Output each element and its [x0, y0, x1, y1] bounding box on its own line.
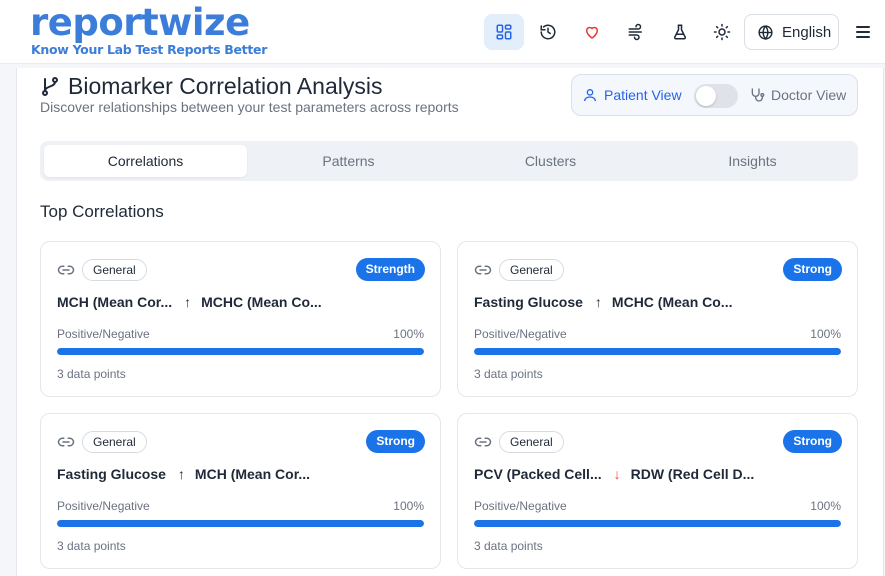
data-points-count: 3 data points — [57, 539, 126, 553]
category-badge: General — [499, 259, 564, 281]
patient-view-label: Patient View — [604, 87, 682, 103]
strength-badge: Strong — [366, 430, 425, 453]
data-points-count: 3 data points — [474, 367, 543, 381]
trends-button[interactable] — [616, 14, 656, 50]
category-badge: General — [82, 259, 147, 281]
lab-button[interactable] — [660, 14, 700, 50]
language-label: English — [782, 23, 832, 41]
arrow-up-icon: ↑ — [184, 294, 192, 310]
correlation-bar — [57, 348, 424, 355]
correlation-card[interactable]: General Strong Fasting Glucose ↑ MCHC (M… — [457, 241, 858, 397]
correlation-percent: 100% — [393, 499, 424, 513]
view-mode-switch[interactable] — [694, 84, 738, 108]
biomarker-pair: MCH (Mean Cor... ↑ MCHC (Mean Co... — [57, 294, 322, 310]
correlation-bar — [474, 520, 841, 527]
language-selector[interactable]: English — [744, 14, 839, 50]
heart-icon — [586, 26, 598, 39]
correlation-label: Positive/Negative — [57, 327, 150, 341]
biomarker-a: PCV (Packed Cell... — [474, 466, 602, 482]
switch-knob — [696, 86, 716, 106]
strength-badge: Strong — [783, 258, 842, 281]
tab-clusters[interactable]: Clusters — [449, 145, 652, 177]
link-icon — [474, 437, 492, 447]
biomarker-b: MCHC (Mean Co... — [201, 294, 322, 310]
hamburger-menu-icon[interactable] — [852, 22, 874, 42]
correlation-bar — [474, 348, 841, 355]
logo[interactable]: reportwize — [30, 2, 250, 44]
sun-icon — [713, 23, 731, 41]
correlation-label: Positive/Negative — [474, 327, 567, 341]
category-badge: General — [499, 431, 564, 453]
arrow-up-icon: ↑ — [177, 466, 185, 482]
arrow-up-icon: ↑ — [594, 294, 602, 310]
analysis-tabs: Correlations Patterns Clusters Insights — [40, 141, 858, 181]
doctor-view-option[interactable]: Doctor View — [749, 87, 846, 103]
globe-icon — [758, 24, 773, 40]
correlation-percent: 100% — [393, 327, 424, 341]
history-icon — [540, 24, 556, 40]
tab-insights[interactable]: Insights — [651, 145, 854, 177]
tab-correlations[interactable]: Correlations — [44, 145, 247, 177]
biomarker-a: Fasting Glucose — [57, 466, 166, 482]
biomarker-b: MCHC (Mean Co... — [611, 294, 733, 310]
biomarker-a: MCH (Mean Cor... — [57, 294, 173, 310]
biomarker-pair: Fasting Glucose ↑ MCHC (Mean Co... — [474, 294, 732, 310]
doctor-view-label: Doctor View — [771, 87, 847, 103]
link-icon — [474, 265, 492, 275]
user-icon — [584, 89, 596, 102]
history-button[interactable] — [528, 14, 568, 50]
biomarker-a: Fasting Glucose — [474, 294, 583, 310]
link-icon — [57, 265, 75, 275]
correlation-bar-fill — [57, 520, 424, 527]
data-points-count: 3 data points — [474, 539, 543, 553]
link-icon — [57, 437, 75, 447]
flask-icon — [673, 24, 687, 40]
correlation-label: Positive/Negative — [57, 499, 150, 513]
view-mode-toggle: Patient View Doctor View — [571, 74, 858, 116]
correlation-bar-fill — [474, 520, 841, 527]
biomarker-b: MCH (Mean Cor... — [194, 466, 311, 482]
logo-tagline: Know Your Lab Test Reports Better — [31, 42, 268, 57]
section-title: Top Correlations — [40, 202, 164, 221]
flow-icon — [628, 23, 642, 41]
arrow-down-icon: ↓ — [613, 466, 621, 482]
dashboard-icon — [496, 24, 512, 40]
strength-badge: Strength — [355, 258, 425, 281]
correlation-percent: 100% — [810, 327, 841, 341]
theme-toggle-button[interactable] — [702, 14, 742, 50]
correlation-card[interactable]: General Strong Fasting Glucose ↑ MCH (Me… — [40, 413, 441, 569]
dashboard-button[interactable] — [484, 14, 524, 50]
page-title: Biomarker Correlation Analysis — [68, 73, 383, 99]
correlation-label: Positive/Negative — [474, 499, 567, 513]
biomarker-pair: PCV (Packed Cell... ↓ RDW (Red Cell D... — [474, 466, 754, 482]
favorites-button[interactable] — [572, 14, 612, 50]
data-points-count: 3 data points — [57, 367, 126, 381]
git-branch-icon — [42, 77, 58, 96]
strength-badge: Strong — [783, 430, 842, 453]
correlation-bar-fill — [474, 348, 841, 355]
correlation-bar-fill — [57, 348, 424, 355]
biomarker-b: RDW (Red Cell D... — [630, 466, 755, 482]
category-badge: General — [82, 431, 147, 453]
stethoscope-icon — [751, 88, 765, 102]
correlation-card[interactable]: General Strength MCH (Mean Cor... ↑ MCHC… — [40, 241, 441, 397]
correlation-bar — [57, 520, 424, 527]
biomarker-pair: Fasting Glucose ↑ MCH (Mean Cor... — [57, 466, 310, 482]
patient-view-option[interactable]: Patient View — [582, 87, 682, 103]
tab-patterns[interactable]: Patterns — [247, 145, 450, 177]
correlation-card[interactable]: General Strong PCV (Packed Cell... ↓ RDW… — [457, 413, 858, 569]
app-header: reportwize Know Your Lab Test Reports Be… — [0, 0, 885, 64]
page-subtitle: Discover relationships between your test… — [40, 99, 459, 115]
correlation-percent: 100% — [810, 499, 841, 513]
